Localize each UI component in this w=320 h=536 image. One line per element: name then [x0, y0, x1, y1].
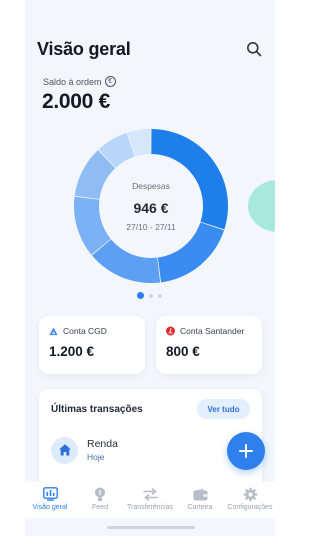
tab-label: Carteira: [187, 504, 213, 511]
page-title: Visão geral: [37, 38, 131, 59]
page-dot-2[interactable]: [149, 293, 153, 298]
tab-label: Feed: [92, 504, 108, 511]
transaction-date: Hoje: [87, 452, 105, 462]
balance-label: Saldo à ordem €: [43, 76, 116, 87]
app-header: Visão geral: [37, 34, 265, 64]
tab-label: Configurações: [227, 504, 273, 511]
balance-label-text: Saldo à ordem: [43, 76, 102, 87]
transactions-title: Últimas transações: [51, 404, 143, 415]
donut-caption: Despesas: [132, 180, 170, 191]
transaction-name: Renda: [87, 438, 118, 450]
plus-icon: [239, 444, 253, 458]
decorative-blob: [248, 180, 275, 232]
lightbulb-icon: [92, 486, 108, 502]
bottom-tab-bar: Visão geral Feed Transferências Carteira…: [25, 482, 275, 518]
tab-transferencias[interactable]: Transferências: [126, 486, 174, 511]
account-amount: 1.200 €: [49, 344, 95, 359]
account-card-header: Conta CGD: [49, 326, 135, 336]
tab-feed[interactable]: Feed: [76, 486, 124, 511]
account-card-santander[interactable]: Conta Santander 800 €: [156, 316, 262, 374]
donut-amount: 946 €: [133, 199, 169, 216]
donut-center: Despesas 946 € 27/10 - 27/11: [73, 128, 229, 284]
wallet-icon: [192, 486, 208, 502]
account-card-cgd[interactable]: Conta CGD 1.200 €: [39, 316, 145, 374]
expenses-donut-chart[interactable]: Despesas 946 € 27/10 - 27/11: [73, 128, 229, 284]
tab-label: Transferências: [126, 504, 174, 511]
home-indicator: [107, 526, 195, 529]
transaction-text: Renda Hoje: [87, 438, 118, 462]
search-icon: [247, 42, 262, 57]
dashboard-icon: [42, 486, 58, 502]
see-all-button[interactable]: Ver tudo: [197, 399, 250, 419]
page-indicator[interactable]: [137, 292, 162, 299]
gear-icon: [242, 486, 258, 502]
account-name: Conta CGD: [63, 326, 107, 336]
app-screen: Visão geral Saldo à ordem € 2.000 € Desp…: [25, 0, 275, 536]
account-amount: 800 €: [166, 344, 200, 359]
euro-icon: €: [104, 76, 116, 87]
balance-value: 2.000 €: [42, 90, 110, 113]
page-dot-3[interactable]: [158, 293, 162, 298]
transfer-arrows-icon: [142, 486, 158, 502]
account-card-header: Conta Santander: [166, 326, 252, 336]
search-button[interactable]: [243, 38, 265, 60]
house-icon: [51, 436, 78, 464]
tab-carteira[interactable]: Carteira: [176, 486, 224, 511]
transaction-row[interactable]: Renda Hoje: [51, 435, 118, 465]
tab-label: Visão geral: [32, 504, 68, 511]
add-transaction-button[interactable]: [227, 432, 265, 470]
account-name: Conta Santander: [180, 326, 245, 336]
tab-configuracoes[interactable]: Configurações: [226, 486, 274, 511]
page-dot-1[interactable]: [137, 292, 144, 299]
tab-visao-geral[interactable]: Visão geral: [26, 486, 74, 511]
santander-logo-icon: [166, 326, 175, 336]
donut-period: 27/10 - 27/11: [126, 221, 176, 232]
cgd-logo-icon: [49, 326, 58, 336]
